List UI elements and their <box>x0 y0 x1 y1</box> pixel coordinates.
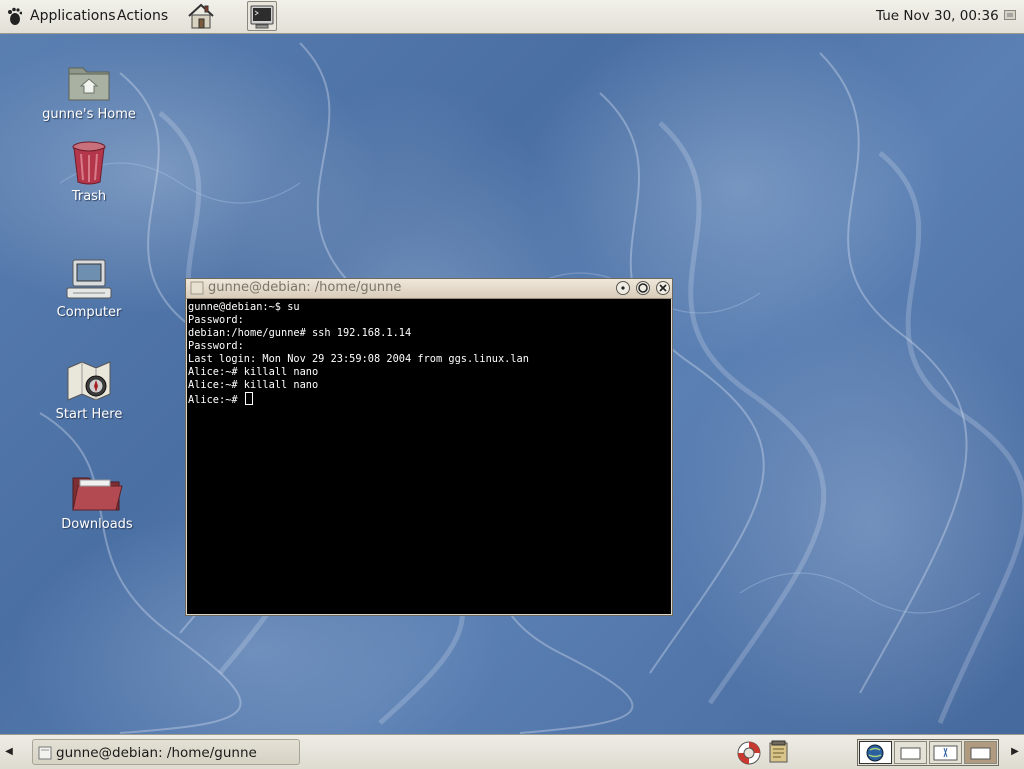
desktop-icon-label: Start Here <box>55 407 123 422</box>
bottom-panel: ◀ gunne@debian: /home/gunne ▶ <box>0 734 1024 769</box>
terminal-launcher-button[interactable] <box>247 1 277 31</box>
taskbar-label: gunne@debian: /home/gunne <box>56 745 257 761</box>
desktop-icon-label: Trash <box>71 189 107 204</box>
terminal-cursor <box>244 392 253 405</box>
desktop-icon-label: gunne's Home <box>42 107 136 122</box>
desktop-icon-home[interactable]: gunne's Home <box>24 60 154 122</box>
terminal-line: Password: <box>188 340 244 352</box>
terminal-text: gunne@debian:~$ su Password: debian:/hom… <box>187 299 671 407</box>
terminal-task-icon <box>38 746 52 760</box>
window-menu-icon[interactable] <box>190 281 204 295</box>
terminal-line: Password: <box>188 314 244 326</box>
close-icon <box>659 284 667 292</box>
computer-icon <box>66 259 112 299</box>
terminal-line: gunne@debian:~$ su <box>188 301 300 313</box>
map-compass-icon <box>67 361 111 401</box>
workspace-2[interactable] <box>894 741 927 764</box>
window-title: gunne@debian: /home/gunne <box>208 280 402 295</box>
home-launcher-icon[interactable] <box>186 2 216 30</box>
maximize-button[interactable] <box>636 281 650 295</box>
desktop-icon-label: Computer <box>56 305 122 320</box>
desktop-icon-trash[interactable]: Trash <box>24 140 154 204</box>
workspace-4[interactable] <box>964 741 997 764</box>
workspace-switcher[interactable] <box>857 739 999 766</box>
actions-menu[interactable]: Actions <box>117 8 168 24</box>
desktop-icon-label: Downloads <box>61 517 133 532</box>
close-button[interactable] <box>656 281 670 295</box>
applications-menu[interactable]: Applications <box>30 8 116 24</box>
minimize-button[interactable] <box>616 281 630 295</box>
globe-icon <box>866 744 884 762</box>
terminal-launcher-icon <box>250 5 274 29</box>
terminal-line: Last login: Mon Nov 29 23:59:08 2004 fro… <box>188 353 529 365</box>
terminal-line: Alice:~# killall nano <box>188 366 319 378</box>
terminal-prompt: Alice:~# <box>188 394 244 406</box>
panel-left-arrow[interactable]: ◀ <box>3 741 15 763</box>
terminal-window[interactable]: gunne@debian: /home/gunne gunne@debian:~… <box>185 278 673 616</box>
trash-icon <box>72 141 106 185</box>
panel-tray-icon[interactable] <box>1004 10 1016 20</box>
window-thumb-icon <box>970 747 991 760</box>
workspace-1[interactable] <box>859 741 892 764</box>
desktop-icon-computer[interactable]: Computer <box>24 258 154 320</box>
taskbar-button-terminal[interactable]: gunne@debian: /home/gunne <box>32 739 300 765</box>
panel-right-arrow[interactable]: ▶ <box>1009 741 1021 763</box>
clock[interactable]: Tue Nov 30, 00:36 <box>876 8 999 24</box>
desktop-icon-downloads[interactable]: Downloads <box>32 470 162 532</box>
window-thumb-icon <box>900 747 921 760</box>
maximize-icon <box>638 283 648 293</box>
terminal-line: debian:/home/gunne# ssh 192.168.1.14 <box>188 327 412 339</box>
gnome-foot-icon[interactable] <box>6 7 22 25</box>
window-thumb-icon <box>933 745 958 761</box>
top-panel: Applications Actions Tue Nov 30, 00:36 <box>0 0 1024 34</box>
terminal-output[interactable]: gunne@debian:~$ su Password: debian:/hom… <box>187 299 671 614</box>
minimize-icon <box>621 286 625 290</box>
window-titlebar[interactable]: gunne@debian: /home/gunne <box>186 279 672 299</box>
notes-applet-icon[interactable] <box>768 740 790 764</box>
folder-icon <box>72 477 123 511</box>
lifesaver-help-icon[interactable] <box>736 740 762 766</box>
terminal-line: Alice:~# killall nano <box>188 379 319 391</box>
home-folder-icon <box>68 67 110 101</box>
workspace-3[interactable] <box>929 741 962 764</box>
desktop-icon-start-here[interactable]: Start Here <box>24 358 154 422</box>
